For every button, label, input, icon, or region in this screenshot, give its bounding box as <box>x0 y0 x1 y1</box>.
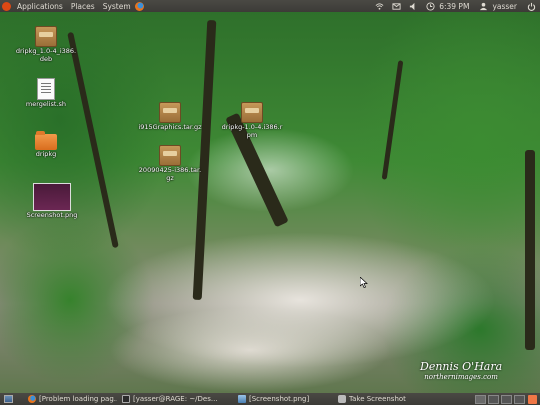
task-label: [yasser@RAGE: ~/Des... <box>133 395 218 403</box>
desktop-icon-dripkg-folder[interactable]: dripkg <box>14 131 78 158</box>
package-icon <box>35 26 57 47</box>
package-icon <box>159 145 181 166</box>
power-icon[interactable] <box>527 2 536 11</box>
camera-icon <box>338 395 346 403</box>
desktop-icon-label: 20090425-i386.tar.gz <box>138 166 202 182</box>
task-image-viewer[interactable]: [Screenshot.png] <box>235 394 333 404</box>
task-label: Take Screenshot <box>349 395 406 403</box>
menu-applications[interactable]: Applications <box>17 2 63 11</box>
task-label: [Problem loading pag... <box>39 395 117 403</box>
network-icon[interactable] <box>375 2 384 11</box>
firefox-launcher-icon[interactable] <box>134 1 144 11</box>
top-panel: Applications Places System 6:39 PM yasse… <box>0 0 540 12</box>
desktop-icon-20090425[interactable]: 20090425-i386.tar.gz <box>138 145 202 182</box>
workspace-4[interactable] <box>514 394 525 404</box>
bottom-panel: [Problem loading pag... [yasser@RAGE: ~/… <box>0 393 540 405</box>
desktop-icon-label: mergelist.sh <box>25 100 67 108</box>
watermark-site: northernimages.com <box>424 373 498 381</box>
menu-system[interactable]: System <box>103 2 131 11</box>
desktop-icon-i915graphics[interactable]: i915Graphics.tar.gz <box>138 102 202 131</box>
mail-icon[interactable] <box>392 2 401 11</box>
desktop-icon-label: Screenshot.png <box>26 211 78 219</box>
desktop-icon-label: i915Graphics.tar.gz <box>138 123 202 131</box>
image-thumbnail-icon <box>33 183 71 211</box>
task-label: [Screenshot.png] <box>249 395 310 403</box>
desktop-icon-label: dripkg <box>35 150 57 158</box>
desktop-icon-dripkg-deb[interactable]: dripkg_1.0-4_i386.deb <box>14 26 78 63</box>
task-terminal[interactable]: [yasser@RAGE: ~/Des... <box>119 394 233 404</box>
workspace-3[interactable] <box>501 394 512 404</box>
desktop-icon-dripkg-rpm[interactable]: dripkg-1.0-4.i386.rpm <box>220 102 284 139</box>
firefox-icon <box>28 395 36 403</box>
image-viewer-icon <box>238 395 246 403</box>
workspace-1[interactable] <box>475 394 486 404</box>
menu-places[interactable]: Places <box>71 2 95 11</box>
desktop-icon-screenshot[interactable]: Screenshot.png <box>20 183 84 219</box>
ubuntu-logo-icon[interactable] <box>2 1 11 11</box>
show-desktop-icon[interactable] <box>4 395 13 403</box>
clock-time[interactable]: 6:39 PM <box>439 2 469 11</box>
clock-icon <box>426 1 435 11</box>
terminal-icon <box>122 395 130 403</box>
wallpaper-watermark: Dennis O'Hara northernimages.com <box>420 360 502 381</box>
workspace-2[interactable] <box>488 394 499 404</box>
user-icon <box>479 2 488 11</box>
desktop-icon-label: dripkg-1.0-4.i386.rpm <box>221 123 283 139</box>
mouse-pointer-icon <box>360 277 368 288</box>
task-take-screenshot[interactable]: Take Screenshot <box>335 394 459 404</box>
desktop-icon-mergelist[interactable]: mergelist.sh <box>14 78 78 108</box>
watermark-author: Dennis O'Hara <box>420 360 503 373</box>
folder-icon <box>35 131 57 150</box>
task-firefox[interactable]: [Problem loading pag... <box>25 394 117 404</box>
user-menu[interactable]: yasser <box>492 2 517 11</box>
desktop-icon-label: dripkg_1.0-4_i386.deb <box>15 47 77 63</box>
package-icon <box>159 102 181 123</box>
volume-icon[interactable] <box>409 2 418 11</box>
trash-icon[interactable] <box>528 394 537 404</box>
package-icon <box>241 102 263 123</box>
script-file-icon <box>37 78 55 100</box>
